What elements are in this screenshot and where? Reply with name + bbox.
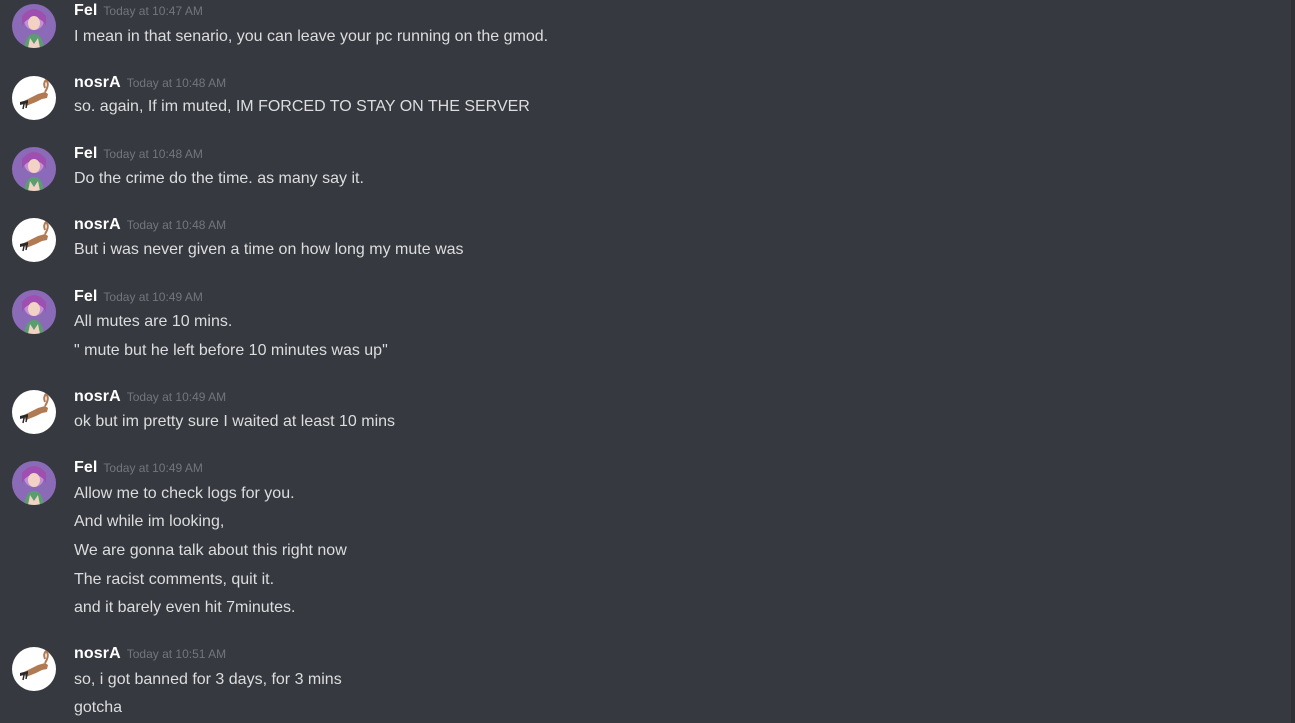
fel-avatar-icon <box>12 147 56 191</box>
message-header: Fel Today at 10:47 AM <box>74 2 203 26</box>
username[interactable]: nosrA <box>74 74 121 91</box>
timestamp: Today at 10:51 AM <box>126 647 227 661</box>
nosra-avatar-icon <box>12 218 56 262</box>
message-header: Fel Today at 10:49 AM <box>74 288 203 312</box>
avatar[interactable] <box>12 4 56 48</box>
timestamp: Today at 10:48 AM <box>103 147 203 161</box>
timestamp: Today at 10:48 AM <box>126 218 227 232</box>
message-header: Fel Today at 10:49 AM <box>74 459 203 483</box>
message-text: The racist comments, quit it. <box>74 571 275 588</box>
message-text: ok but im pretty sure I waited at least … <box>74 413 396 430</box>
fel-avatar-icon <box>12 461 56 505</box>
message-text: " mute but he left before 10 minutes was… <box>74 342 388 359</box>
message-text: We are gonna talk about this right now <box>74 542 347 559</box>
message-text: so. again, If im muted, IM FORCED TO STA… <box>74 98 530 115</box>
fel-avatar-icon <box>12 290 56 334</box>
message-header: nosrA Today at 10:49 AM <box>74 388 226 412</box>
timestamp: Today at 10:49 AM <box>103 290 203 304</box>
username[interactable]: nosrA <box>74 388 121 405</box>
timestamp: Today at 10:48 AM <box>126 76 227 90</box>
username[interactable]: Fel <box>74 2 97 19</box>
username[interactable]: Fel <box>74 459 97 476</box>
username[interactable]: nosrA <box>74 216 121 233</box>
message-text: gotcha <box>74 699 123 716</box>
avatar[interactable] <box>12 76 56 120</box>
username[interactable]: Fel <box>74 288 97 305</box>
timestamp: Today at 10:47 AM <box>103 4 203 18</box>
message-text: Allow me to check logs for you. <box>74 485 295 502</box>
message-text: Do the crime do the time. as many say it… <box>74 170 364 187</box>
avatar[interactable] <box>12 461 56 505</box>
message-text: I mean in that senario, you can leave yo… <box>74 28 549 45</box>
avatar[interactable] <box>12 647 56 691</box>
avatar[interactable] <box>12 218 56 262</box>
message-header: Fel Today at 10:48 AM <box>74 145 203 169</box>
message-text: And while im looking, <box>74 513 225 530</box>
nosra-avatar-icon <box>12 390 56 434</box>
message-header: nosrA Today at 10:48 AM <box>74 74 226 98</box>
message-text: All mutes are 10 mins. <box>74 313 233 330</box>
fel-avatar-icon <box>12 4 56 48</box>
message-text: and it barely even hit 7minutes. <box>74 599 296 616</box>
username[interactable]: nosrA <box>74 645 121 662</box>
message-header: nosrA Today at 10:51 AM <box>74 645 226 669</box>
scrollbar[interactable] <box>1291 0 1295 723</box>
nosra-avatar-icon <box>12 76 56 120</box>
timestamp: Today at 10:49 AM <box>126 390 227 404</box>
message-header: nosrA Today at 10:48 AM <box>74 216 226 240</box>
chat-message-list: Fel Today at 10:47 AM I mean in that sena… <box>0 0 1295 723</box>
avatar[interactable] <box>12 147 56 191</box>
nosra-avatar-icon <box>12 647 56 691</box>
avatar[interactable] <box>12 390 56 434</box>
avatar[interactable] <box>12 290 56 334</box>
message-text: But i was never given a time on how long… <box>74 241 464 258</box>
timestamp: Today at 10:49 AM <box>103 461 203 475</box>
username[interactable]: Fel <box>74 145 97 162</box>
message-text: so, i got banned for 3 days, for 3 mins <box>74 671 342 688</box>
